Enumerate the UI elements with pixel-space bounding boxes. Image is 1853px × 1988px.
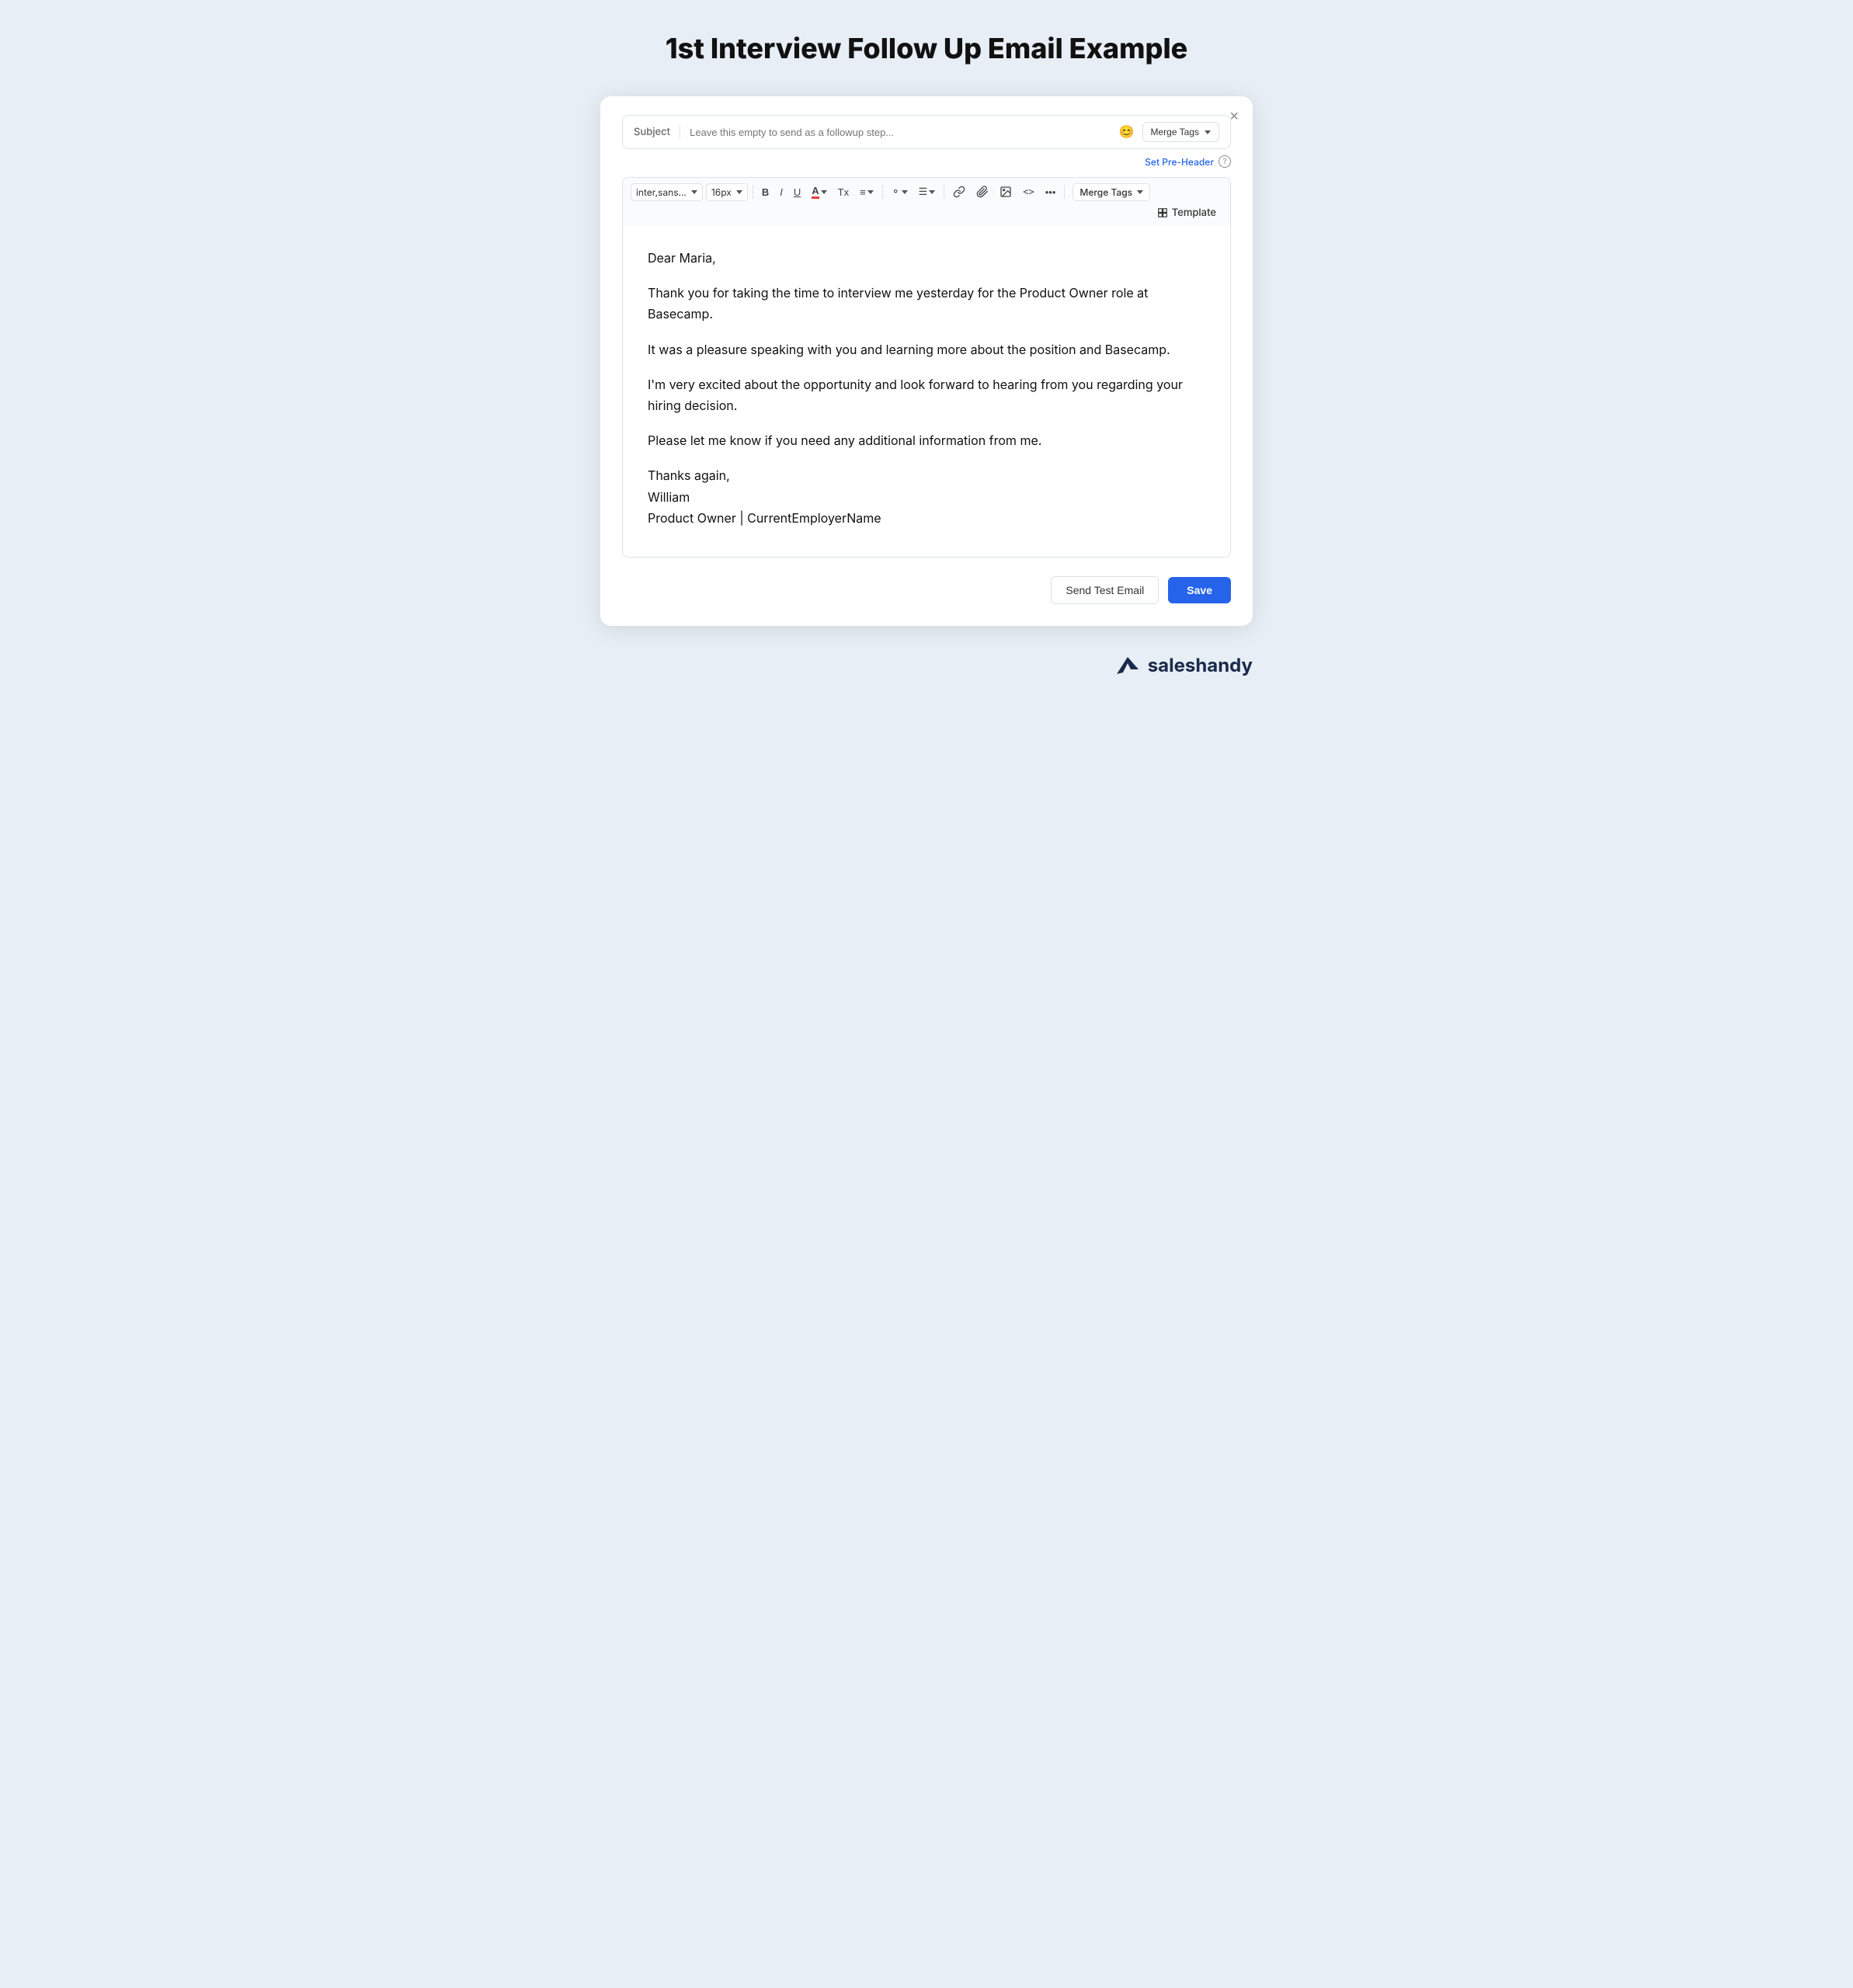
text-color-label: A: [812, 185, 819, 199]
unordered-list-chevron-icon: [929, 190, 935, 194]
toolbar-divider-2: [882, 185, 883, 199]
email-paragraph-4: Please let me know if you need any addit…: [648, 430, 1205, 451]
template-button[interactable]: Template: [1151, 204, 1222, 221]
email-signature: Product Owner | CurrentEmployerName: [648, 510, 881, 526]
saleshandy-logo-icon: [1112, 651, 1142, 680]
bold-button[interactable]: B: [758, 184, 773, 200]
unordered-list-label: ☰: [919, 186, 928, 198]
font-size-label: 16px: [711, 186, 732, 198]
text-color-chevron-icon: [821, 190, 827, 194]
italic-button[interactable]: I: [776, 184, 787, 200]
align-button[interactable]: ≡: [856, 184, 878, 200]
send-test-email-button[interactable]: Send Test Email: [1051, 576, 1159, 604]
ordered-list-button[interactable]: ⚬: [888, 183, 912, 200]
underline-button[interactable]: U: [790, 184, 805, 200]
subject-merge-tags-chevron-icon: [1205, 130, 1211, 134]
template-icon: [1157, 207, 1168, 218]
subject-label: Subject: [634, 126, 670, 138]
toolbar-merge-tags-label: Merge Tags: [1079, 186, 1132, 198]
email-closing-text: Thanks again,: [648, 467, 730, 483]
attachment-button[interactable]: [972, 183, 993, 200]
subject-right: 😊 Merge Tags: [1119, 122, 1219, 142]
email-paragraph-1: Thank you for taking the time to intervi…: [648, 283, 1205, 325]
subject-row: Subject 😊 Merge Tags: [622, 115, 1231, 149]
subject-input[interactable]: [690, 127, 1110, 138]
image-icon: [1000, 186, 1012, 198]
email-toolbar: inter,sans... 16px B I U A Tx ≡ ⚬ ☰: [622, 177, 1231, 226]
text-color-button[interactable]: A: [808, 182, 830, 201]
page-title: 1st Interview Follow Up Email Example: [666, 31, 1188, 65]
email-closing: Thanks again, William Product Owner | Cu…: [648, 465, 1205, 529]
font-family-label: inter,sans...: [636, 186, 687, 198]
font-size-chevron-icon: [736, 190, 742, 194]
email-paragraph-2: It was a pleasure speaking with you and …: [648, 339, 1205, 360]
email-body[interactable]: Dear Maria, Thank you for taking the tim…: [622, 226, 1231, 558]
close-button[interactable]: ×: [1229, 109, 1239, 124]
subject-merge-tags-label: Merge Tags: [1151, 127, 1199, 137]
email-editor-modal: × Subject 😊 Merge Tags Set Pre-Header ? …: [600, 96, 1253, 626]
toolbar-merge-tags-chevron-icon: [1137, 190, 1143, 194]
strikethrough-button[interactable]: Tx: [834, 184, 853, 200]
pre-header-row: Set Pre-Header ?: [622, 155, 1231, 168]
image-button[interactable]: [996, 183, 1016, 200]
emoji-button[interactable]: 😊: [1119, 124, 1135, 140]
email-name: William: [648, 489, 690, 505]
toolbar-divider-4: [1064, 185, 1065, 199]
font-size-select[interactable]: 16px: [706, 183, 748, 201]
unordered-list-button[interactable]: ☰: [915, 183, 940, 200]
save-button[interactable]: Save: [1168, 577, 1231, 603]
ordered-list-chevron-icon: [902, 190, 908, 194]
brand-row: saleshandy: [600, 651, 1253, 680]
font-family-chevron-icon: [691, 190, 697, 194]
align-label: ≡: [860, 186, 866, 198]
font-family-select[interactable]: inter,sans...: [631, 183, 703, 201]
email-paragraph-3: I'm very excited about the opportunity a…: [648, 374, 1205, 416]
link-button[interactable]: [949, 183, 969, 200]
email-greeting: Dear Maria,: [648, 248, 1205, 269]
attachment-icon: [976, 186, 989, 198]
pre-header-help-icon[interactable]: ?: [1219, 155, 1231, 168]
template-label: Template: [1172, 207, 1216, 219]
brand-name: saleshandy: [1148, 654, 1253, 676]
modal-footer: Send Test Email Save: [622, 576, 1231, 604]
code-button[interactable]: <>: [1019, 184, 1038, 200]
toolbar-merge-tags-button[interactable]: Merge Tags: [1073, 183, 1150, 201]
brand-logo: saleshandy: [1112, 651, 1253, 680]
link-icon: [953, 186, 965, 198]
set-pre-header-link[interactable]: Set Pre-Header: [1145, 156, 1214, 168]
more-options-button[interactable]: •••: [1041, 184, 1060, 200]
code-label: <>: [1023, 186, 1034, 197]
align-chevron-icon: [867, 190, 874, 194]
ordered-list-label: ⚬: [892, 186, 900, 198]
subject-merge-tags-button[interactable]: Merge Tags: [1142, 122, 1219, 142]
